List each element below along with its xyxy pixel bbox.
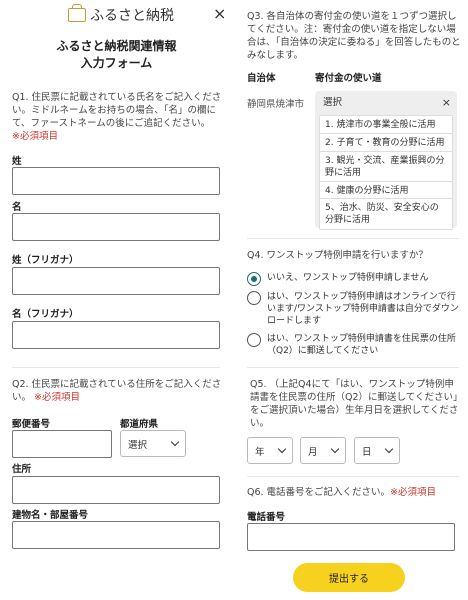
last-name-kana-input[interactable] <box>12 267 220 295</box>
logo-text: ふるさと納税 <box>90 8 174 24</box>
q2-question: Q2. 住民票に記載されている住所をご記入ください。 ※必須項目 <box>12 378 224 404</box>
municipality-name: 静岡県焼津市 <box>247 99 305 110</box>
close-icon[interactable]: × <box>213 4 226 23</box>
q3-text: Q3. 各自治体の寄付金の使い道を１つずつ選択してください。注：寄付金の使い道を… <box>247 11 461 61</box>
prefecture-select-value: 選択 <box>128 439 148 451</box>
q4-option-mail[interactable]: はい、ワンストップ特例申請書を住民票の住所（Q2）に郵送してください <box>247 333 462 357</box>
birth-month-value: 月 <box>308 446 318 458</box>
q2-required: ※必須項目 <box>34 392 81 403</box>
chevron-down-icon <box>384 444 394 453</box>
divider <box>247 476 459 477</box>
last-name-kana-label: 姓（フリガナ） <box>12 255 79 266</box>
prefecture-label: 都道府県 <box>120 419 159 430</box>
q6-text: Q6. 電話番号をご記入ください。 <box>247 487 391 498</box>
first-name-input[interactable] <box>12 213 220 241</box>
usage-option[interactable]: 2. 子育て・教育の分野に活用 <box>319 133 453 153</box>
prefecture-select[interactable]: 選択 <box>120 430 186 457</box>
divider <box>247 367 459 368</box>
last-name-label: 姓 <box>12 156 22 167</box>
first-name-label: 名 <box>12 202 22 213</box>
birth-month-select[interactable]: 月 <box>300 437 346 464</box>
q4-option-online[interactable]: はい、ワンストップ特例申請はオンラインで行います/ワンストップ特例申請書は自分で… <box>247 291 462 327</box>
usage-select-header-label: 選択 <box>323 97 343 108</box>
divider <box>12 367 220 368</box>
q4-option-label: はい、ワンストップ特例申請はオンラインで行います/ワンストップ特例申請書は自分で… <box>267 292 459 326</box>
submit-button[interactable]: 提出する <box>293 563 405 592</box>
q4-option-label: はい、ワンストップ特例申請書を住民票の住所（Q2）に郵送してください <box>267 334 456 356</box>
usage-option[interactable]: 1. 焼津市の事業全般に活用 <box>319 115 453 135</box>
right-column: Q3. 各自治体の寄付金の使い道を１つずつ選択してください。注：寄付金の使い道を… <box>238 0 468 600</box>
phone-input[interactable] <box>247 523 455 551</box>
q5-text: Q5. （上記Q4にて「はい、ワンストップ特例申請書を住民票の住所（Q2）に郵送… <box>250 379 459 429</box>
birth-year-select[interactable]: 年 <box>247 437 293 464</box>
municipality-column-header: 自治体 <box>247 73 276 84</box>
radio-selected-icon[interactable] <box>247 272 261 286</box>
first-name-kana-input[interactable] <box>12 321 220 349</box>
q1-question: Q1. 住民票に記載されている氏名をご記入ください。ミドルネームをお持ちの場合、… <box>12 91 224 143</box>
building-input[interactable] <box>12 521 220 549</box>
q4-text: Q4. ワンストップ特例申請を行いますか？ <box>247 250 428 261</box>
title-line-2: 入力フォーム <box>80 56 153 70</box>
chevron-down-icon <box>330 444 340 453</box>
radio-icon[interactable] <box>247 291 261 305</box>
close-icon[interactable]: × <box>442 94 451 112</box>
q6-required: ※必須項目 <box>390 487 437 498</box>
left-column: ふるさと納税 × ふるさと納税関連情報 入力フォーム Q1. 住民票に記載されて… <box>0 0 233 600</box>
q1-required: ※必須項目 <box>12 131 58 142</box>
building-label: 建物名・部屋番号 <box>12 510 89 521</box>
last-name-input[interactable] <box>12 167 220 195</box>
divider <box>247 238 459 239</box>
usage-option[interactable]: 3. 観光・交流、産業振興の分野に活用 <box>319 151 453 183</box>
usage-select-header[interactable]: 選択 <box>319 94 453 112</box>
q6-question: Q6. 電話番号をご記入ください。※必須項目 <box>247 486 463 499</box>
logo: ふるさと納税 <box>68 4 174 25</box>
address-label: 住所 <box>12 464 32 475</box>
title-line-1: ふるさと納税関連情報 <box>56 39 177 53</box>
birth-day-select[interactable]: 日 <box>354 437 400 464</box>
first-name-kana-label: 名（フリガナ） <box>12 309 79 320</box>
phone-label: 電話番号 <box>247 512 286 523</box>
postal-code-label: 郵便番号 <box>12 419 51 430</box>
usage-column-header: 寄付金の使い道 <box>315 73 382 84</box>
chevron-down-icon <box>170 437 180 446</box>
q4-option-label: いいえ、ワンストップ特例申請しません <box>267 273 429 283</box>
page-title: ふるさと納税関連情報 入力フォーム <box>0 38 233 72</box>
address-input[interactable] <box>12 476 220 504</box>
gift-box-icon <box>68 4 86 22</box>
usage-option[interactable]: 5、治水、防災、安全安心の分野に活用 <box>319 198 453 230</box>
birth-year-value: 年 <box>255 446 265 458</box>
postal-code-input[interactable] <box>12 430 112 458</box>
radio-icon[interactable] <box>247 333 261 347</box>
q1-text: Q1. 住民票に記載されている氏名をご記入ください。ミドルネームをお持ちの場合、… <box>12 92 222 129</box>
birth-day-value: 日 <box>362 446 372 458</box>
q4-option-no[interactable]: いいえ、ワンストップ特例申請しません <box>247 272 462 286</box>
usage-dropdown: 選択 × 1. 焼津市の事業全般に活用 2. 子育て・教育の分野に活用 3. 観… <box>315 91 457 230</box>
chevron-down-icon <box>277 444 287 453</box>
